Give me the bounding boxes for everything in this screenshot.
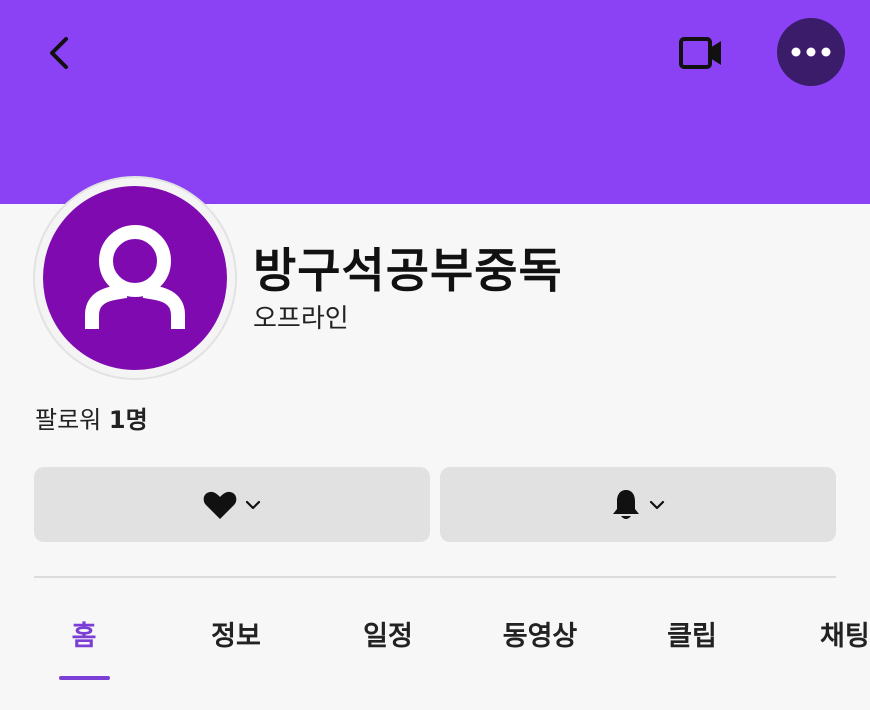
channel-name: 방구석공부중독 — [253, 244, 563, 299]
more-dots-icon — [791, 47, 831, 57]
follow-button[interactable] — [34, 467, 430, 542]
tab-chat[interactable]: 채팅 — [768, 596, 870, 680]
tab-schedule[interactable]: 일정 — [312, 596, 464, 680]
heart-icon — [203, 491, 237, 519]
tab-info[interactable]: 정보 — [160, 596, 312, 680]
live-status: 오프라인 — [253, 304, 349, 334]
section-divider — [34, 576, 836, 578]
follower-count: 팔로워 1명 — [35, 400, 148, 435]
channel-tabs: 홈 정보 일정 동영상 클립 채팅 — [0, 596, 870, 686]
avatar[interactable] — [35, 178, 235, 378]
chevron-down-icon — [649, 500, 665, 509]
video-button[interactable] — [672, 28, 730, 78]
tab-clips[interactable]: 클립 — [616, 596, 768, 680]
avatar-image — [43, 186, 227, 370]
followers-number: 1명 — [108, 406, 148, 434]
channel-banner — [0, 0, 870, 204]
followers-label: 팔로워 — [35, 406, 102, 434]
back-button[interactable] — [36, 30, 82, 76]
more-options-button[interactable] — [777, 18, 845, 86]
chevron-down-icon — [245, 500, 261, 509]
active-tab-indicator — [59, 676, 110, 680]
tab-videos[interactable]: 동영상 — [464, 596, 616, 680]
chevron-left-icon — [50, 37, 68, 69]
tab-home[interactable]: 홈 — [8, 596, 160, 680]
user-silhouette-icon — [85, 225, 185, 329]
notification-button[interactable] — [440, 467, 836, 542]
video-camera-icon — [679, 37, 721, 69]
bell-icon — [613, 489, 639, 519]
